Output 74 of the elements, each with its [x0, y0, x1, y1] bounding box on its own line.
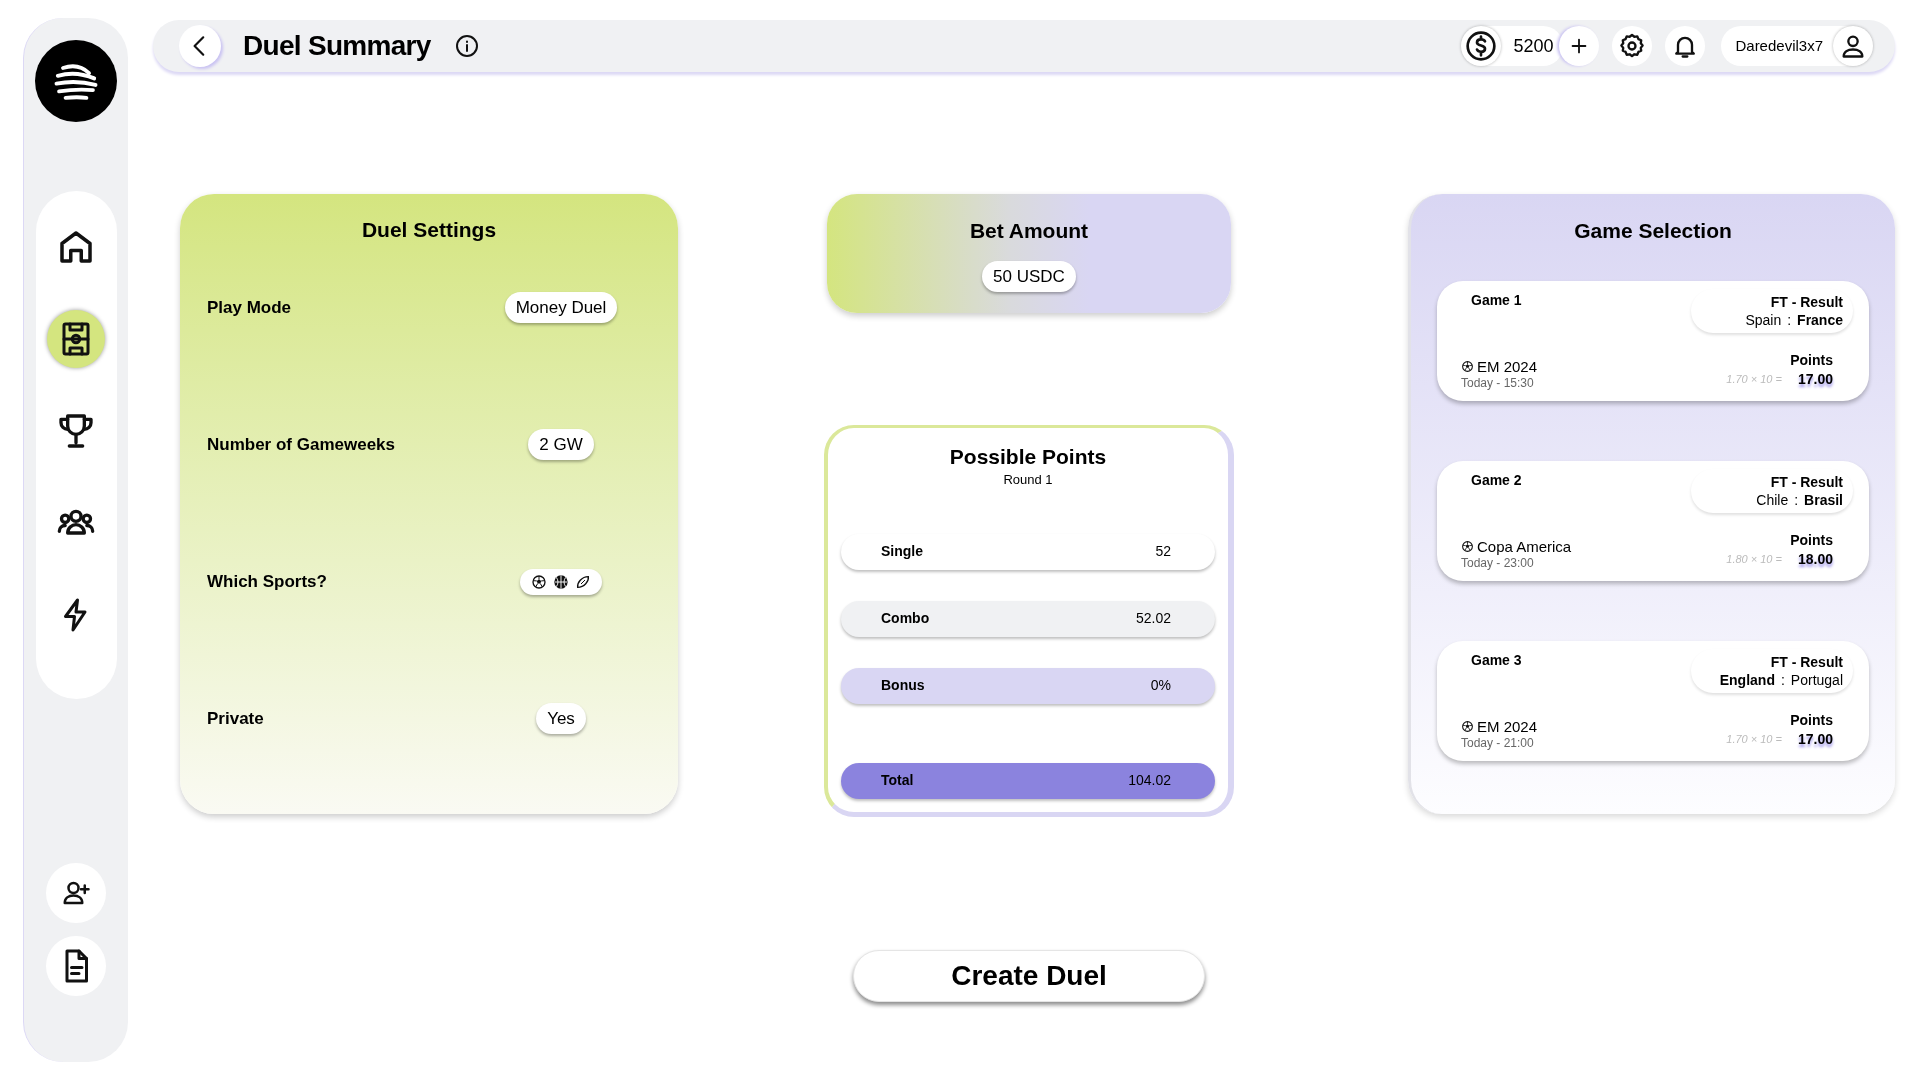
game-title: Game 1: [1471, 290, 1523, 310]
settings-icon: [1618, 32, 1647, 60]
market-label: FT - Result: [1770, 292, 1843, 311]
balance-amount: 5200: [1513, 34, 1554, 58]
soccer-ball-icon: [531, 573, 547, 590]
add-funds-button[interactable]: [1559, 26, 1600, 66]
score-separator: :: [1780, 670, 1785, 689]
card-title: Bet Amount: [969, 218, 1089, 244]
setting-label: Number of Gameweeks: [207, 433, 396, 456]
round-label: Round 1: [1003, 471, 1053, 490]
team-name: England: [1719, 670, 1775, 689]
points-label: Points: [1790, 530, 1833, 549]
card-title: Possible Points: [948, 444, 1108, 470]
back-button[interactable]: [179, 25, 221, 67]
card-title: Duel Settings: [360, 217, 498, 243]
user-pill[interactable]: Daredevil3x7: [1721, 26, 1873, 66]
points-label: Combo: [881, 609, 931, 629]
match-time: Today - 15:30: [1461, 375, 1535, 390]
points-label: Bonus: [881, 676, 926, 696]
points-value: 52: [1155, 542, 1171, 562]
game-card[interactable]: Game 3 FT - Result England : Portugal EM 2024 Today - 21:00 Points 1.70 × 10 = 17.00: [1437, 640, 1869, 761]
soccer-ball-icon: [1461, 360, 1474, 373]
notifications-button[interactable]: [1665, 26, 1706, 66]
match-time: Today - 23:00: [1461, 555, 1535, 570]
team-name: Brasil: [1804, 490, 1843, 509]
soccer-ball-icon: [1461, 720, 1474, 733]
card-title: Game Selection: [1573, 218, 1733, 244]
bet-amount-value: 50 USDC: [982, 260, 1076, 292]
points-label: Points: [1790, 350, 1833, 369]
points-value: 104.02: [1128, 771, 1171, 791]
setting-label: Private: [207, 707, 265, 730]
soccer-ball-icon: [1461, 540, 1474, 553]
game-title: Game 2: [1471, 470, 1523, 490]
points-label: Points: [1790, 710, 1833, 729]
odds-formula: 1.80 × 10 =: [1726, 551, 1782, 567]
game-card[interactable]: Game 1 FT - Result Spain : France EM 2024 Today - 15:30 Points 1.70 × 10 = 17.00: [1437, 280, 1869, 401]
points-value: 18.00: [1797, 549, 1833, 569]
points-value: 52.02: [1135, 609, 1171, 629]
market-label: FT - Result: [1770, 652, 1843, 671]
setting-label: Play Mode: [207, 296, 293, 319]
points-value: 17.00: [1797, 729, 1833, 749]
team-name: Spain: [1745, 310, 1782, 329]
score-separator: :: [1787, 310, 1792, 329]
username: Daredevil3x7: [1735, 35, 1823, 56]
market-label: FT - Result: [1770, 472, 1843, 491]
create-duel-button[interactable]: Create Duel: [853, 950, 1205, 1002]
setting-value: Money Duel: [504, 291, 618, 324]
competition-name: Copa America: [1477, 537, 1572, 556]
competition-name: EM 2024: [1477, 357, 1538, 376]
odds-formula: 1.70 × 10 =: [1726, 731, 1782, 747]
points-label: Total: [881, 771, 915, 791]
setting-label: Which Sports?: [207, 570, 328, 593]
setting-value: 2 GW: [528, 428, 594, 461]
trophy-icon: [56, 411, 96, 451]
score-separator: :: [1794, 490, 1799, 509]
points-value: 17.00: [1797, 369, 1833, 389]
basketball-icon: [553, 573, 569, 590]
odds-formula: 1.70 × 10 =: [1726, 371, 1782, 387]
competition-name: EM 2024: [1477, 717, 1538, 736]
soccer-field-nav-button[interactable]: [47, 310, 105, 368]
american-football-icon: [575, 573, 591, 590]
game-card[interactable]: Game 2 FT - Result Chile : Brasil Copa America Today - 23:00 Points 1.80 × 10 = 18.00: [1437, 460, 1869, 581]
user-avatar-icon[interactable]: [1833, 26, 1873, 66]
team-name: Portugal: [1790, 670, 1843, 689]
settings-button[interactable]: [1612, 26, 1653, 66]
game-title: Game 3: [1471, 650, 1523, 670]
points-label: Single: [881, 542, 924, 562]
page-title: Duel Summary: [243, 29, 431, 63]
team-name: France: [1797, 310, 1843, 329]
setting-value: Yes: [536, 702, 586, 735]
team-name: Chile: [1756, 490, 1789, 509]
match-time: Today - 21:00: [1461, 735, 1535, 750]
points-value: 0%: [1150, 676, 1171, 696]
info-icon[interactable]: [454, 34, 479, 58]
